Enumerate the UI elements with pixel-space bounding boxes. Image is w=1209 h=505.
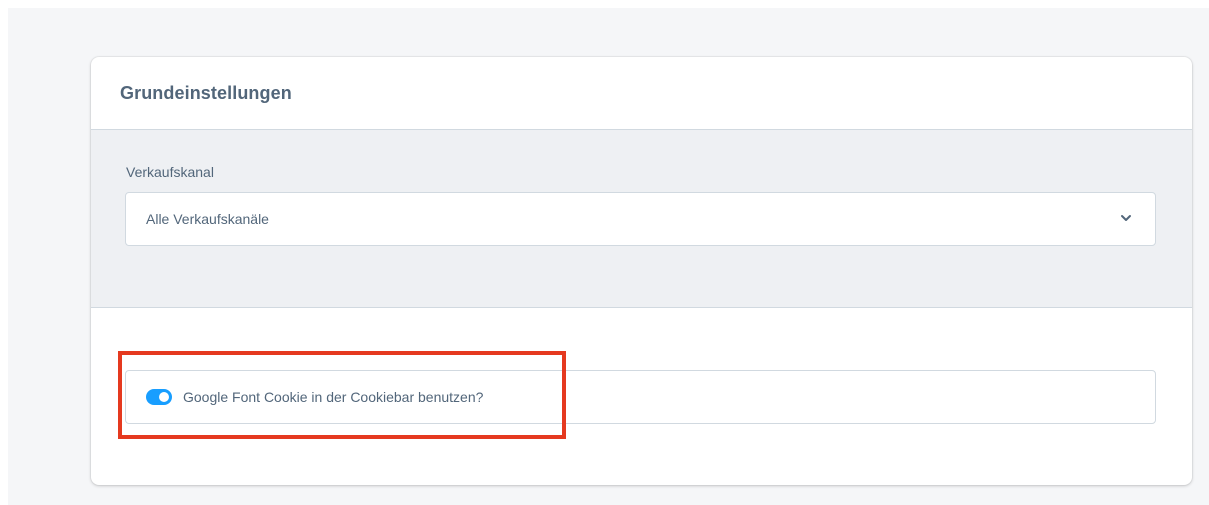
google-font-toggle-switch[interactable]: [146, 389, 172, 405]
sales-channel-value: Alle Verkaufskanäle: [146, 211, 269, 227]
google-font-field: Google Font Cookie in der Cookiebar benu…: [125, 370, 1156, 424]
card-header: Grundeinstellungen: [91, 57, 1192, 130]
chevron-down-icon: [1121, 215, 1131, 221]
google-font-section: Google Font Cookie in der Cookiebar benu…: [91, 308, 1192, 485]
toggle-knob: [159, 392, 169, 402]
settings-card: Grundeinstellungen Verkaufskanal Alle Ve…: [91, 57, 1192, 485]
sales-channel-select[interactable]: Alle Verkaufskanäle: [125, 192, 1156, 246]
sales-channel-section: Verkaufskanal Alle Verkaufskanäle: [91, 130, 1192, 308]
sales-channel-label: Verkaufskanal: [126, 164, 214, 180]
card-title: Grundeinstellungen: [120, 82, 292, 103]
google-font-toggle-label[interactable]: Google Font Cookie in der Cookiebar benu…: [183, 389, 483, 405]
